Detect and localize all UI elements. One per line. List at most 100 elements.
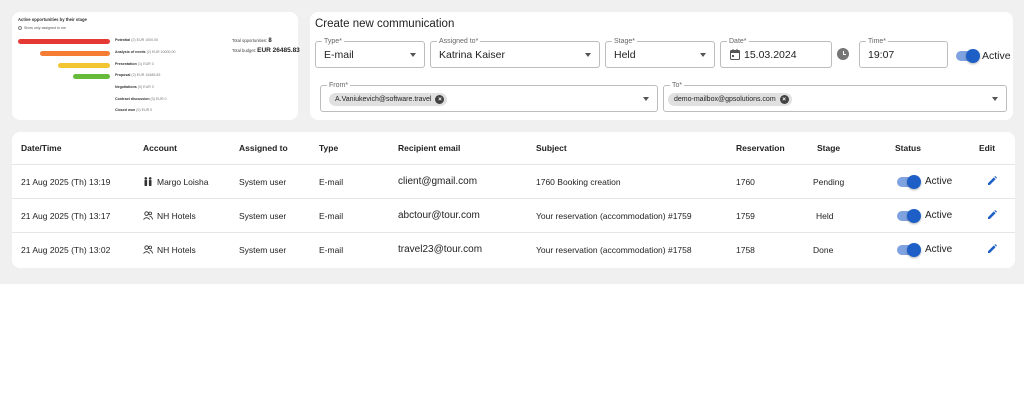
cell-type: E-mail <box>319 245 344 255</box>
create-communication-card: Create new communication Type* E-mail As… <box>310 12 1013 120</box>
cell-account[interactable]: NH Hotels <box>157 211 196 221</box>
type-select[interactable]: Type* E-mail <box>315 37 425 68</box>
create-title: Create new communication <box>315 18 455 30</box>
cell-status-label: Active <box>925 176 953 187</box>
status-toggle[interactable] <box>897 209 921 223</box>
cell-assigned-to: System user <box>239 245 287 255</box>
funnel-stage-count: (2) <box>131 73 136 77</box>
cell-datetime: 21 Aug 2025 (Th) 13:17 <box>21 211 111 221</box>
cell-status-label: Active <box>925 210 953 221</box>
cell-account[interactable]: NH Hotels <box>157 245 196 255</box>
cell-reservation[interactable]: 1760 <box>736 177 755 187</box>
header-datetime[interactable]: Date/Time <box>21 143 61 153</box>
to-label: To* <box>670 81 685 90</box>
opportunities-funnel-card: Active opportunities by their stage Show… <box>12 12 300 120</box>
funnel-stage-count: (0) <box>150 97 155 101</box>
from-select[interactable]: From* A.Vaniukevich@software.travel × <box>320 81 658 112</box>
from-label: From* <box>327 81 351 90</box>
active-toggle[interactable] <box>956 49 980 63</box>
person-pair-icon <box>144 177 152 186</box>
active-toggle-label: Active <box>982 50 1011 62</box>
date-field[interactable]: Date* 15.03.2024 <box>720 37 832 68</box>
status-toggle[interactable] <box>897 175 921 189</box>
funnel-bar-2 <box>58 62 110 68</box>
from-chip[interactable]: A.Vaniukevich@software.travel × <box>329 93 448 106</box>
pencil-icon[interactable] <box>987 244 997 254</box>
cell-assigned-to: System user <box>239 177 287 187</box>
funnel-stage-name: Contract discussion <box>115 97 150 101</box>
cell-recipient-email: abctour@tour.com <box>398 210 480 221</box>
chevron-down-icon <box>585 53 591 57</box>
time-field[interactable]: Time* 19:07 <box>859 37 948 68</box>
close-icon[interactable]: × <box>435 95 445 104</box>
group-icon <box>143 211 153 220</box>
cell-type: E-mail <box>319 177 344 187</box>
header-type[interactable]: Type <box>319 143 338 153</box>
toggle-knob <box>907 243 921 257</box>
header-recipient[interactable]: Recipient email <box>398 143 460 153</box>
table-row[interactable]: 21 Aug 2025 (Th) 13:19 Margo Loisha System… <box>12 165 1015 199</box>
cell-datetime: 21 Aug 2025 (Th) 13:19 <box>21 177 111 187</box>
funnel-stage-amount: EUR 1000.00 <box>136 38 159 42</box>
header-stage[interactable]: Stage <box>817 143 840 153</box>
funnel-stage-label: Contract discussion (0) EUR 0 <box>115 97 167 102</box>
header-assigned-to[interactable]: Assigned to <box>239 143 288 153</box>
chevron-down-icon <box>700 53 706 57</box>
header-account[interactable]: Account <box>143 143 177 153</box>
funnel-title: Active opportunities by their stage <box>18 17 87 22</box>
cell-recipient-email: travel23@tour.com <box>398 244 483 255</box>
status-toggle[interactable] <box>897 243 921 257</box>
funnel-stage-name: Proposal <box>115 73 131 77</box>
stage-select[interactable]: Stage* Held <box>605 37 715 68</box>
communications-table: Date/Time Account Assigned to Type Recip… <box>12 132 1015 268</box>
time-label: Time* <box>866 37 889 46</box>
funnel-stage-name: Negotiations <box>115 85 137 89</box>
funnel-stage-label: Negotiations (0) EUR 0 <box>115 85 154 90</box>
assigned-to-select[interactable]: Assigned to* Katrina Kaiser <box>430 37 600 68</box>
funnel-stage-count: (0) <box>137 85 143 89</box>
table-row[interactable]: 21 Aug 2025 (Th) 13:17 NH Hotels System us… <box>12 199 1015 233</box>
group-icon <box>143 245 153 254</box>
table-row[interactable]: 21 Aug 2025 (Th) 13:02 NH Hotels System us… <box>12 233 1015 267</box>
from-chip-label: A.Vaniukevich@software.travel <box>335 96 432 103</box>
date-value: 15.03.2024 <box>744 49 797 61</box>
total-opportunities-label: Total opportunities: <box>232 38 268 43</box>
cell-recipient-email: client@gmail.com <box>398 176 478 187</box>
table-header: Date/Time Account Assigned to Type Recip… <box>12 132 1015 165</box>
funnel-stage-count: (1) <box>137 62 143 66</box>
header-status[interactable]: Status <box>895 143 921 153</box>
cell-subject: 1760 Booking creation <box>536 177 621 187</box>
funnel-bar-1 <box>40 50 110 56</box>
total-budget-value: EUR 26485.83 <box>257 47 300 54</box>
funnel-stage-count: (0) <box>136 108 141 112</box>
assigned-to-me-checkbox[interactable]: Show only assigned to me <box>18 26 66 30</box>
total-budget: Total budget: EUR 26485.83 <box>232 47 300 54</box>
close-icon[interactable]: × <box>779 95 789 104</box>
funnel-bar-3 <box>73 73 110 79</box>
cell-account[interactable]: Margo Loisha <box>157 177 209 187</box>
chevron-down-icon <box>643 97 649 101</box>
pencil-icon[interactable] <box>987 210 997 220</box>
funnel-stage-name: Analysis of needs <box>115 50 146 54</box>
checkbox-label: Show only assigned to me <box>24 26 66 30</box>
toggle-knob <box>966 49 980 63</box>
funnel-stage-amount: EUR 0 <box>155 97 167 101</box>
calendar-icon[interactable] <box>730 49 740 60</box>
type-label: Type* <box>322 37 344 46</box>
pencil-icon[interactable] <box>987 176 997 186</box>
cell-reservation[interactable]: 1758 <box>736 245 755 255</box>
cell-reservation[interactable]: 1759 <box>736 211 755 221</box>
header-reservation[interactable]: Reservation <box>736 143 785 153</box>
time-value: 19:07 <box>868 49 895 61</box>
to-select[interactable]: To* demo-mailbox@gpsolutions.com × <box>663 81 1007 112</box>
stage-value: Held <box>614 49 636 61</box>
checkbox-icon <box>18 26 22 30</box>
funnel-stage-label: Analysis of needs (2) EUR 10000.00 <box>115 50 176 55</box>
cell-datetime: 21 Aug 2025 (Th) 13:02 <box>21 245 111 255</box>
funnel-stage-amount: EUR 0 <box>143 85 154 89</box>
to-chip[interactable]: demo-mailbox@gpsolutions.com × <box>668 93 792 106</box>
clock-icon[interactable] <box>837 48 849 60</box>
header-subject[interactable]: Subject <box>536 143 567 153</box>
funnel-stage-amount: EUR 0 <box>141 108 153 112</box>
cell-subject: Your reservation (accommodation) #1759 <box>536 211 692 221</box>
